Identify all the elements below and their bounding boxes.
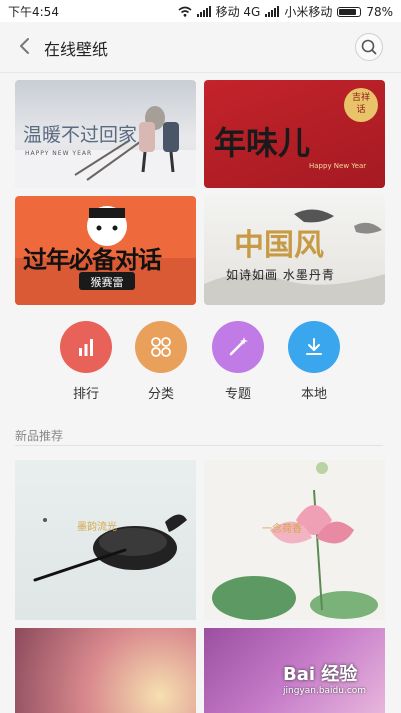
battery-percent: 78% [366,4,393,19]
wifi-icon [178,6,192,17]
banner-taste-sub: Happy New Year [309,162,367,170]
page-title: 在线壁纸 [44,40,109,59]
app-header: 在线壁纸 [0,22,401,73]
banner-chat-text: 过年必备对话 [23,245,162,274]
category-ranking[interactable]: 排行 [60,321,112,402]
status-time: 下午4:54 [8,5,59,19]
banner-home-sub: HAPPY NEW YEAR [25,150,93,157]
battery-icon [337,6,362,17]
banner-home-text: 温暖不过回家 [23,124,138,146]
banner-new-year-taste[interactable]: 吉祥话 年味儿 Happy New Year [204,80,385,188]
magic-wand-icon [229,337,248,356]
search-button[interactable] [355,33,383,61]
signal-icon-2 [265,6,280,17]
section-title-new: 新品推荐 [15,429,64,443]
wallpaper-ink-splash[interactable]: 墨韵流光 [15,460,196,620]
watermark-url: jingyan.baidu.com [283,686,367,696]
wallpaper-lotus-art [212,462,378,620]
wallpaper-ink-art [33,514,187,582]
watermark-brand: Bai 经验 [283,664,358,685]
category-local[interactable]: 本地 [288,321,340,402]
wallpaper-lotus[interactable]: 一念荷香 [204,460,385,620]
category-topic-circle [212,321,264,373]
section-divider [15,445,383,446]
wallpaper-flower-macro[interactable] [15,628,196,713]
bar-chart-icon [79,339,93,356]
banner-taste-text: 年味儿 [214,124,311,162]
download-icon [306,338,322,355]
banner-chinese-sub: 如诗如画 水墨丹青 [226,268,335,282]
banner-badge-text: 吉祥话 [351,93,370,115]
category-classify-label: 分类 [147,387,174,402]
category-topic-label: 专题 [224,387,251,402]
carrier1-label: 移动 4G [215,5,261,19]
search-icon [361,39,377,55]
banner-chat-badge: 猴赛雷 [90,276,124,289]
banner-chinese-style[interactable]: 中国风 如诗如画 水墨丹青 [204,196,385,305]
banner-chinese-text: 中国风 [234,228,324,263]
category-ranking-label: 排行 [72,387,99,402]
carrier2-label: 小米移动 [284,5,333,19]
grid-circles-icon [151,337,171,357]
status-bar: 下午4:54 移动 4G 小米移动 78% [0,0,401,22]
back-arrow-icon[interactable] [14,34,36,58]
category-topic[interactable]: 专题 [212,321,264,402]
wallpaper-lotus-text: 一念荷香 [262,524,302,535]
wallpaper-ink-text: 墨韵流光 [77,522,117,533]
category-local-label: 本地 [300,387,327,402]
category-classify[interactable]: 分类 [135,321,187,402]
banner-cny-chat[interactable]: 过年必备对话 猴赛雷 [15,196,196,305]
category-ranking-circle [60,321,112,373]
category-local-circle [288,321,340,373]
signal-icon [196,6,211,17]
banner-home-warm[interactable]: 温暖不过回家 HAPPY NEW YEAR [15,80,196,188]
baidu-watermark: Bai 经验 jingyan.baidu.com [283,660,398,710]
category-classify-circle [135,321,187,373]
